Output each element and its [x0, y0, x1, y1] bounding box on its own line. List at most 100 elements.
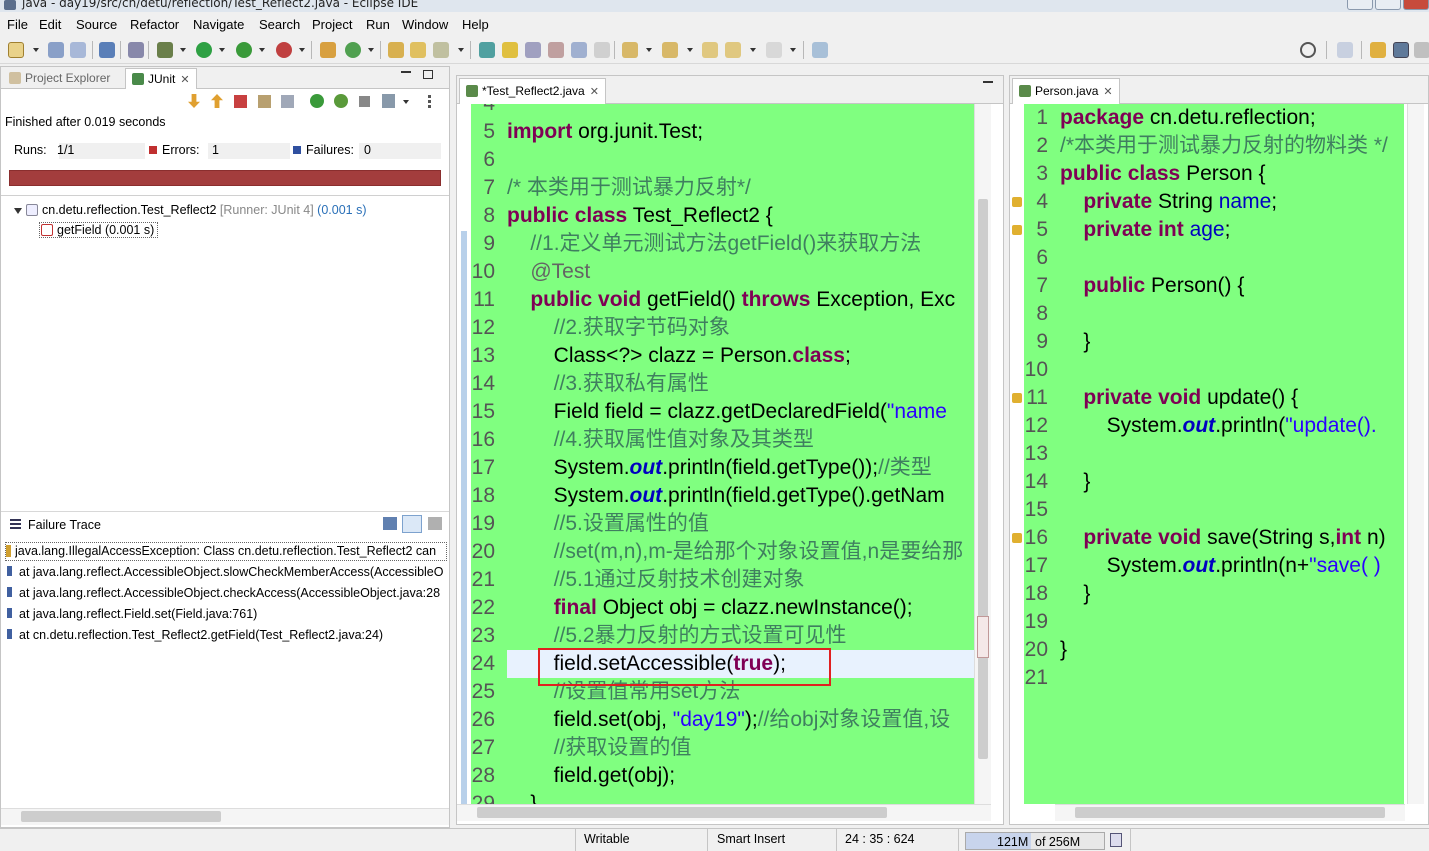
code-line[interactable]: } [507, 790, 537, 804]
code-line[interactable]: @Test [507, 258, 590, 286]
code-line[interactable]: } [1060, 468, 1090, 496]
scroll-thumb[interactable] [1075, 807, 1385, 818]
close-icon[interactable]: ✕ [1103, 86, 1112, 98]
trace-line[interactable]: at cn.detu.reflection.Test_Reflect2.getF… [19, 628, 447, 642]
heap-status-bar[interactable]: 121M of 256M [965, 832, 1105, 850]
forward-icon[interactable] [766, 42, 782, 58]
menu-search[interactable]: Search [259, 17, 300, 32]
code-line[interactable]: private void save(String s,int n) [1060, 524, 1385, 552]
code-line[interactable]: public class Test_Reflect2 { [507, 202, 773, 230]
menu-source[interactable]: Source [76, 17, 117, 32]
code-line[interactable]: public class Person { [1060, 160, 1265, 188]
terminal-icon[interactable] [99, 42, 115, 58]
code-line[interactable]: //1.定义单元测试方法getField()来获取方法 [507, 230, 921, 258]
prev-annotation-icon[interactable] [662, 42, 678, 58]
code-line[interactable]: System.out.println(field.getType().getNa… [507, 482, 945, 510]
open-perspective-icon[interactable] [1337, 42, 1353, 58]
scroll-thumb[interactable] [978, 199, 988, 759]
editor-horizontal-scrollbar[interactable] [457, 804, 991, 821]
editor-vertical-scrollbar[interactable] [1407, 104, 1424, 804]
previous-failure-icon[interactable] [211, 94, 223, 108]
warning-icon[interactable] [1012, 225, 1022, 235]
code-line[interactable]: private int age; [1060, 216, 1230, 244]
pin-editor-icon[interactable] [812, 42, 828, 58]
code-line[interactable]: Field field = clazz.getDeclaredField("na… [507, 398, 947, 426]
code-area[interactable]: 1 package cn.detu.reflection; 2 /*本类用于测试暴力反… [1024, 104, 1404, 804]
maximize-button[interactable] [1375, 0, 1401, 10]
code-line[interactable]: field.set(obj, "day19");//给obj对象设置值,设 [507, 706, 951, 734]
word-wrap-icon[interactable] [548, 42, 564, 58]
code-line[interactable]: /* 本类用于测试暴力反射*/ [507, 174, 751, 202]
code-line[interactable]: //4.获取属性值对象及其类型 [507, 426, 814, 454]
scroll-thumb[interactable] [21, 811, 221, 822]
code-line[interactable]: System.out.println(field.getType());//类型 [507, 454, 932, 482]
code-line[interactable]: //5.1通过反射技术创建对象 [507, 566, 805, 594]
open-task-icon[interactable] [410, 42, 426, 58]
trash-icon[interactable] [1110, 833, 1122, 847]
show-failures-only-icon[interactable] [234, 95, 247, 108]
mark-occurrences-icon[interactable] [502, 42, 518, 58]
code-line[interactable]: //set(m,n),m-是给那个对象设置值,n是要给那 [507, 538, 964, 566]
code-line[interactable]: public void getField() throws Exception,… [507, 286, 955, 314]
trace-line[interactable]: at java.lang.reflect.AccessibleObject.ch… [19, 586, 447, 600]
code-line[interactable]: //5.设置属性的值 [507, 510, 709, 538]
back-icon[interactable] [725, 42, 741, 58]
menu-edit[interactable]: Edit [39, 17, 61, 32]
warning-icon[interactable] [1012, 533, 1022, 543]
run-icon[interactable] [196, 42, 212, 58]
menu-navigate[interactable]: Navigate [193, 17, 244, 32]
code-line[interactable]: //2.获取字节码对象 [507, 314, 730, 342]
new-class-icon[interactable] [345, 42, 361, 58]
editor-vertical-scrollbar[interactable] [974, 104, 991, 804]
menu-project[interactable]: Project [312, 17, 352, 32]
code-line[interactable]: public Person() { [1060, 272, 1244, 300]
external-tools-icon[interactable] [276, 42, 292, 58]
scroll-lock-icon[interactable] [258, 95, 271, 108]
close-icon[interactable]: ✕ [180, 74, 189, 86]
tab-test-reflect2[interactable]: *Test_Reflect2.java ✕ [459, 78, 606, 104]
debug-icon[interactable] [157, 42, 173, 58]
code-line[interactable]: } [1060, 580, 1090, 608]
code-line[interactable]: package cn.detu.reflection; [1060, 104, 1316, 132]
next-annotation-icon[interactable] [622, 42, 638, 58]
view-menu-icon[interactable] [428, 95, 431, 109]
minimize-view-icon[interactable] [401, 71, 411, 73]
code-line[interactable]: field.get(obj); [507, 762, 675, 790]
code-line[interactable]: Class<?> clazz = Person.class; [507, 342, 851, 370]
save-icon[interactable] [48, 42, 64, 58]
next-failure-icon[interactable] [188, 94, 200, 108]
code-line[interactable]: //5.2暴力反射的方式设置可见性 [507, 622, 847, 650]
warning-icon[interactable] [1012, 393, 1022, 403]
close-button[interactable] [1403, 0, 1429, 10]
pilcrow-icon[interactable] [594, 42, 610, 58]
menu-refactor[interactable]: Refactor [130, 17, 179, 32]
new-icon[interactable] [8, 42, 24, 58]
minimize-view-icon[interactable] [983, 81, 993, 83]
coverage-icon[interactable] [236, 42, 252, 58]
filter-stack-trace-icon[interactable] [402, 515, 422, 533]
scroll-thumb[interactable] [477, 807, 887, 818]
search-icon[interactable] [1300, 42, 1316, 58]
tab-junit[interactable]: JUnit ✕ [125, 68, 197, 89]
java-ee-perspective-icon[interactable] [1370, 42, 1386, 58]
code-line[interactable]: private void update() { [1060, 384, 1298, 412]
code-line[interactable]: //获取设置的值 [507, 734, 692, 762]
chevron-down-icon[interactable] [33, 48, 39, 52]
test-run-history-icon[interactable] [382, 94, 395, 108]
stop-icon[interactable] [359, 96, 370, 107]
tab-person[interactable]: Person.java ✕ [1012, 78, 1120, 104]
menu-help[interactable]: Help [462, 17, 489, 32]
tab-project-explorer[interactable]: Project Explorer [3, 68, 116, 89]
code-line[interactable]: private String name; [1060, 188, 1277, 216]
code-line[interactable]: final Object obj = clazz.newInstance(); [507, 594, 913, 622]
trace-line[interactable]: at java.lang.reflect.Field.set(Field.jav… [19, 607, 447, 621]
chevron-down-icon[interactable] [403, 100, 409, 104]
expand-arrow-icon[interactable] [14, 208, 22, 214]
menu-window[interactable]: Window [402, 17, 448, 32]
code-line[interactable]: //3.获取私有属性 [507, 370, 709, 398]
warning-icon[interactable] [1012, 197, 1022, 207]
test-tree-child[interactable]: getField (0.001 s) [39, 222, 159, 238]
open-type-icon[interactable] [388, 42, 404, 58]
search-tool-icon[interactable] [433, 42, 449, 58]
block-selection-icon[interactable] [525, 42, 541, 58]
